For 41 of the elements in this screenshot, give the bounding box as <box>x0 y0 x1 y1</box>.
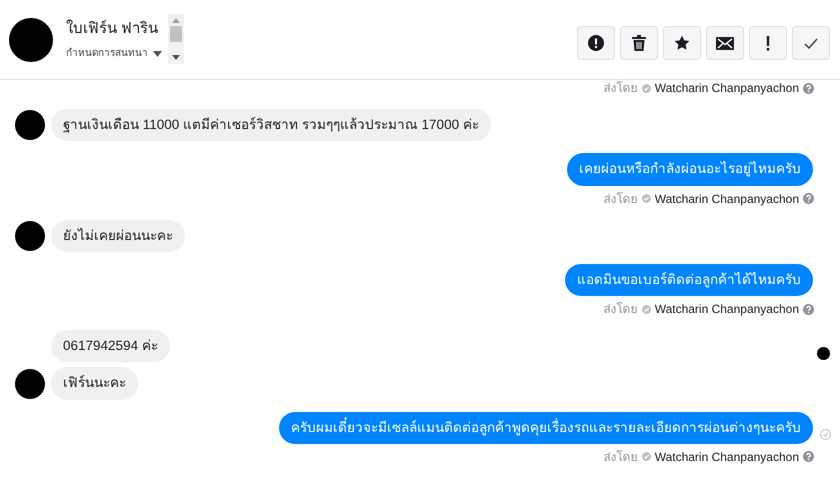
message-bubble: 0617942594 ค่ะ <box>51 330 170 362</box>
message-bubble: แอดมินขอเบอร์ติดต่อลูกค้าได้ไหมครับ <box>565 264 813 296</box>
check-icon <box>642 452 651 462</box>
scrollbar[interactable] <box>168 14 184 64</box>
trash-icon <box>632 35 646 51</box>
toolbar-button[interactable] <box>706 26 744 60</box>
toolbar-button[interactable] <box>663 26 701 60</box>
sender-name: Watcharin Chanpanyachon <box>654 80 799 97</box>
check-icon <box>642 84 651 92</box>
exclamation-icon <box>766 36 770 50</box>
toolbar-button[interactable] <box>620 26 658 60</box>
toolbar-button[interactable] <box>577 26 615 60</box>
help-icon[interactable] <box>803 451 814 462</box>
alert-icon <box>588 35 604 51</box>
sender-name: Watcharin Chanpanyachon <box>654 190 799 208</box>
sent-by-label: ส่งโดย <box>604 301 638 318</box>
help-icon[interactable] <box>803 304 814 314</box>
contact-name: ใบเฟิร์น ฟาริน <box>66 18 160 39</box>
conversation-dropdown[interactable]: กำหนดการสนทนา <box>66 46 162 62</box>
message-bubble: ฐานเงินเดือน 11000 แตมีค่าเซอร์วิสชาท รวมๆๆแล้วประมาณ 17000 ค่ะ <box>51 109 491 142</box>
star-icon <box>674 35 690 51</box>
sent-by-label: ส่งโดย <box>604 190 638 208</box>
sent-by-label: ส่งโดย <box>604 448 638 466</box>
check-icon <box>642 304 651 314</box>
contact-avatar <box>9 18 53 62</box>
message-bubble: ยังไม่เคยผ่อนนะคะ <box>51 220 185 252</box>
help-icon[interactable] <box>803 193 814 204</box>
sender-name: Watcharin Chanpanyachon <box>654 301 799 318</box>
help-icon[interactable] <box>803 82 814 94</box>
checkmark-icon <box>804 38 818 48</box>
envelope-icon <box>716 36 734 50</box>
message-bubble: เฟิร์นนะคะ <box>51 367 138 400</box>
sent-by-label: ส่งโดย <box>604 80 638 97</box>
scrollbar-thumb[interactable] <box>170 26 182 42</box>
message-bubble: ครับผมเดี๋ยวจะมีเซลล์แมนติดต่อลูกค้าพูดคุยเรื่องรถและรายละเอียดการผ่อนต่างๆนะครับ <box>279 412 813 444</box>
check-icon <box>642 194 651 203</box>
caret-icon <box>153 50 162 57</box>
message-bubble: เคยผ่อนหรือกำลังผ่อนอะไรอยู่ไหมครับ <box>567 153 813 186</box>
scroll-down-icon[interactable] <box>172 55 180 60</box>
scroll-up-icon[interactable] <box>172 18 180 23</box>
sender-name: Watcharin Chanpanyachon <box>654 448 799 466</box>
